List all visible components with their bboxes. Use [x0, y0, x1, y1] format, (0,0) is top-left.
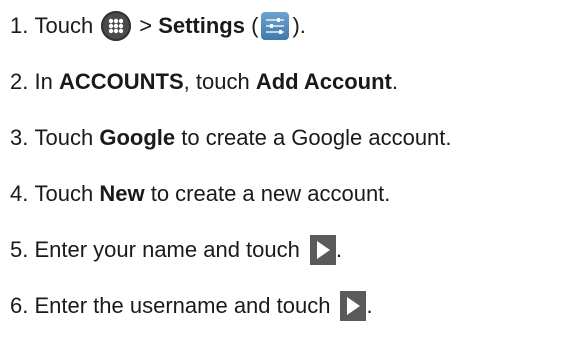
step-text: Touch	[34, 181, 94, 206]
settings-label: Settings	[158, 13, 245, 38]
step-text: Enter your name and touch	[34, 237, 300, 262]
step-text: In	[34, 69, 53, 94]
settings-sliders-icon	[261, 12, 290, 40]
add-account-label: Add Account	[255, 69, 392, 94]
step-number: 6.	[10, 293, 29, 318]
step-number: 1.	[10, 13, 29, 38]
next-arrow-icon	[340, 291, 367, 321]
step-number: 2.	[10, 69, 29, 94]
step-text: , touch	[183, 69, 250, 94]
step-text: to create a Google account.	[181, 125, 452, 150]
accounts-label: ACCOUNTS	[58, 69, 184, 94]
step-6: 6. Enter the username and touch .	[10, 286, 373, 326]
step-text: .	[366, 293, 373, 318]
paren-close: ).	[292, 13, 306, 38]
step-2: 2. In ACCOUNTS , touch Add Account .	[10, 62, 398, 102]
step-1: 1. Touch > Settings ().	[10, 6, 306, 46]
apps-grid-icon	[101, 11, 132, 41]
step-3: 3. Touch Google to create a Google accou…	[10, 118, 452, 158]
step-text: Enter the username and touch	[34, 293, 331, 318]
next-arrow-icon	[309, 235, 336, 265]
step-text: .	[335, 237, 342, 262]
step-number: 4.	[10, 181, 29, 206]
step-number: 3.	[10, 125, 29, 150]
step-text: Touch	[34, 125, 94, 150]
paren-open: (	[251, 13, 259, 38]
step-text: .	[391, 69, 398, 94]
step-text: Touch	[34, 13, 94, 38]
step-4: 4. Touch New to create a new account.	[10, 174, 390, 214]
step-number: 5.	[10, 237, 29, 262]
google-label: Google	[99, 125, 176, 150]
step-text: to create a new account.	[150, 181, 391, 206]
step-5: 5. Enter your name and touch .	[10, 230, 342, 270]
new-label: New	[99, 181, 145, 206]
separator: >	[139, 13, 153, 38]
